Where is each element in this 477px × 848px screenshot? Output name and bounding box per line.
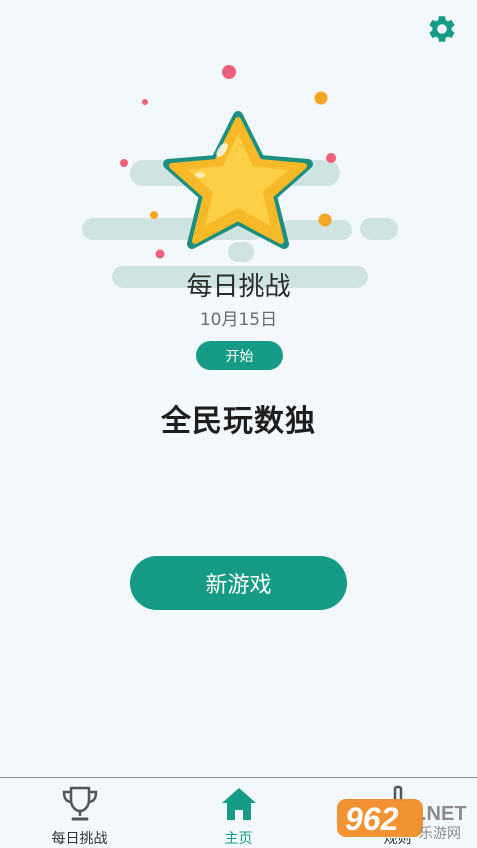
svg-text:962: 962 (345, 801, 399, 837)
start-button[interactable]: 开始 (196, 341, 283, 370)
game-title: 全民玩数独 (161, 404, 316, 439)
home-icon (159, 784, 318, 824)
svg-text:乐游网: 乐游网 (419, 826, 461, 842)
new-game-button[interactable]: 新游戏 (130, 556, 347, 610)
watermark-logo: 962 .NET 乐游网 (337, 799, 467, 842)
tab-label-daily-challenge: 每日挑战 (51, 831, 108, 847)
svg-text:.NET: .NET (421, 803, 467, 825)
daily-challenge-date: 10月15日 (199, 310, 278, 330)
tab-label-home: 主页 (224, 831, 253, 847)
tab-home[interactable]: 主页 (159, 778, 318, 848)
daily-challenge-title: 每日挑战 (186, 272, 291, 302)
tab-daily-challenge[interactable]: 每日挑战 (0, 778, 159, 848)
trophy-icon (0, 784, 159, 824)
